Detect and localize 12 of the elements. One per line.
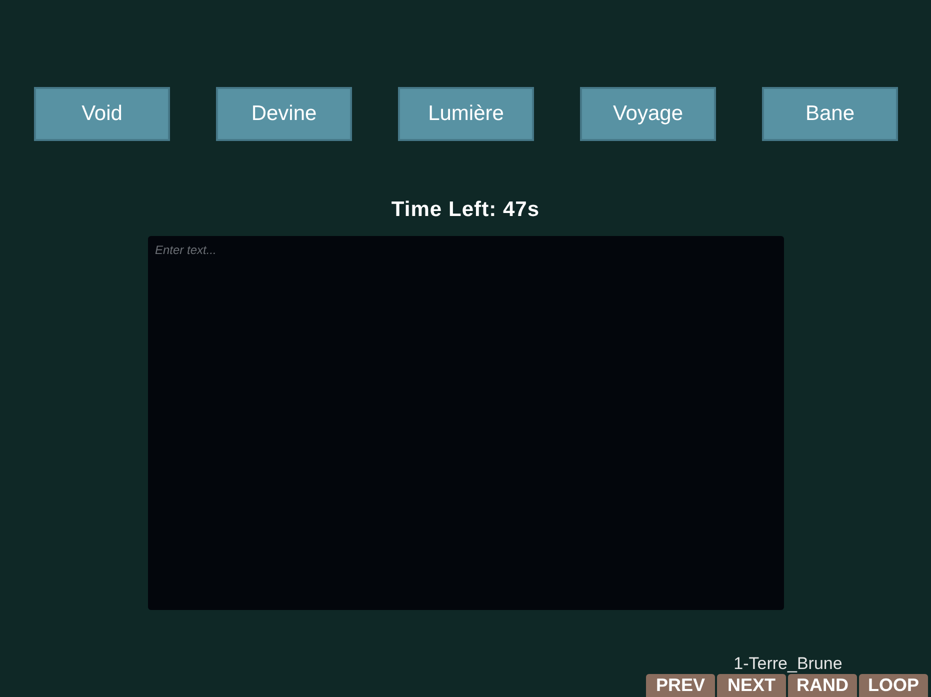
- category-button[interactable]: Void: [34, 87, 170, 141]
- category-button[interactable]: Bane: [762, 87, 898, 141]
- category-button[interactable]: Voyage: [580, 87, 716, 141]
- text-input[interactable]: Enter text...: [148, 236, 784, 610]
- timer-text: Time Left: 47s: [391, 197, 540, 223]
- track-name: 1-Terre_Brune: [734, 654, 842, 674]
- category-button[interactable]: Devine: [216, 87, 352, 141]
- playback-button[interactable]: PREV: [646, 674, 715, 697]
- playback-button[interactable]: LOOP: [859, 674, 928, 697]
- playback-button[interactable]: NEXT: [717, 674, 786, 697]
- playback-button[interactable]: RAND: [788, 674, 857, 697]
- category-button[interactable]: Lumière: [398, 87, 534, 141]
